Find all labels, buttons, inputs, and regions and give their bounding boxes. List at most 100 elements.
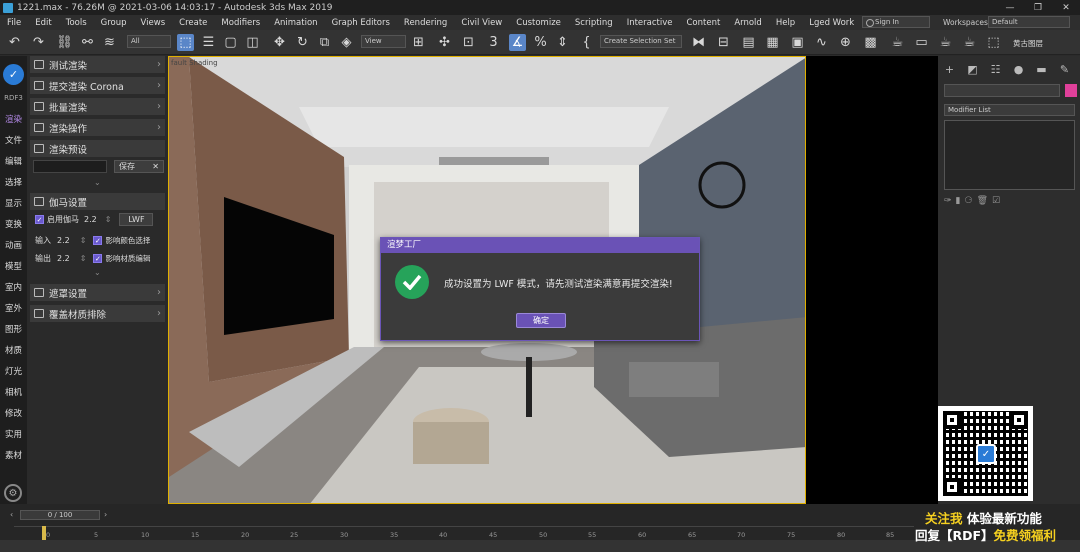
select-object-icon[interactable]: ⬚ [177, 34, 194, 51]
sidebar-item-camera[interactable]: 相机 [0, 386, 27, 398]
sidebar-item-exterior[interactable]: 室外 [0, 302, 27, 314]
workspaces-select[interactable]: Default [988, 16, 1070, 28]
rendered-frame-icon[interactable]: ▭ [913, 34, 930, 51]
align-icon[interactable]: ⊟ [715, 34, 732, 51]
sidebar-item-interior[interactable]: 室内 [0, 281, 27, 293]
window-crossing-icon[interactable]: ◫ [244, 34, 261, 51]
preset-select[interactable] [33, 160, 107, 173]
snap-toggle-icon[interactable]: 3 [485, 34, 502, 51]
sidebar-item-file[interactable]: 文件 [0, 134, 27, 146]
viewport-label[interactable]: fault Shading [171, 59, 218, 67]
sidebar-item-material[interactable]: 材质 [0, 344, 27, 356]
menu-tools[interactable]: Tools [59, 18, 94, 28]
angle-snap-icon[interactable]: ∡ [509, 34, 526, 51]
scene-explorer-icon[interactable]: ▣ [789, 34, 806, 51]
remove-modifier-icon[interactable]: 🗑 [977, 196, 992, 206]
render-online-icon[interactable]: ⬚ [985, 34, 1002, 51]
object-color-swatch[interactable] [1065, 84, 1077, 97]
next-frame-icon[interactable]: › [104, 510, 107, 519]
spinner-icon[interactable]: ⇕ [80, 236, 87, 245]
sidebar-item-animation[interactable]: 动画 [0, 239, 27, 251]
output-gamma-value[interactable]: 2.2 [57, 254, 70, 263]
gamma-value[interactable]: 2.2 [84, 215, 97, 224]
input-gamma-value[interactable]: 2.2 [57, 236, 70, 245]
sidebar-item-shape[interactable]: 图形 [0, 323, 27, 335]
spinner-snap-icon[interactable]: ⇕ [554, 34, 571, 51]
affect-color-checkbox[interactable]: ✓ [93, 236, 103, 245]
schematic-view-icon[interactable]: ⊕ [837, 34, 854, 51]
pivot-center-icon[interactable]: ⊞ [410, 34, 427, 51]
sidebar-item-select[interactable]: 选择 [0, 176, 27, 188]
menu-scripting[interactable]: Scripting [568, 18, 620, 28]
material-editor-icon[interactable]: ▩ [862, 34, 879, 51]
move-icon[interactable]: ✥ [271, 34, 288, 51]
maximize-button[interactable]: ❐ [1024, 3, 1052, 13]
link-icon[interactable]: ⛓ [56, 34, 73, 51]
close-button[interactable]: ✕ [1052, 3, 1080, 13]
pin-stack-icon[interactable]: ✑ [944, 196, 956, 206]
minimize-button[interactable]: — [996, 3, 1024, 13]
sidebar-item-render[interactable]: 渲染 [0, 113, 27, 125]
sidebar-item-utility[interactable]: 实用 [0, 428, 27, 440]
menu-views[interactable]: Views [134, 18, 173, 28]
enable-gamma-checkbox[interactable]: ✓ [35, 215, 44, 224]
affect-material-checkbox[interactable]: ✓ [93, 254, 103, 263]
close-icon[interactable]: ✕ [152, 162, 159, 171]
menu-animation[interactable]: Animation [267, 18, 324, 28]
bind-spacewarp-icon[interactable]: ≋ [101, 34, 118, 51]
sidebar-item-display[interactable]: 显示 [0, 197, 27, 209]
modifier-list-dropdown[interactable]: Modifier List [944, 104, 1075, 116]
toggle-ribbon-icon[interactable]: ▦ [764, 34, 781, 51]
ok-button[interactable]: 确定 [516, 313, 566, 328]
motion-tab-icon[interactable]: ● [1007, 63, 1030, 76]
sidebar-item-edit[interactable]: 编辑 [0, 155, 27, 167]
section-batch-render[interactable]: 批量渲染 › [30, 98, 165, 115]
hierarchy-tab-icon[interactable]: ☷ [984, 63, 1007, 76]
named-selection-dropdown[interactable]: Create Selection Set [600, 35, 682, 48]
lwf-button[interactable]: LWF [119, 213, 154, 226]
section-override[interactable]: 覆盖材质排除 › [30, 305, 165, 322]
timeline-ruler[interactable]: 0 5 10 15 20 25 30 35 40 45 50 55 60 65 … [14, 526, 914, 540]
render-iterative-icon[interactable]: ☕ [961, 34, 978, 51]
menu-create[interactable]: Create [172, 18, 214, 28]
spinner-icon[interactable]: ⇕ [105, 215, 112, 224]
section-submit-corona[interactable]: 提交渲染 Corona › [30, 77, 165, 94]
menu-modifiers[interactable]: Modifiers [214, 18, 267, 28]
spinner-icon[interactable]: ⇕ [80, 254, 87, 263]
layer-explorer-icon[interactable]: ▤ [740, 34, 757, 51]
keyboard-shortcut-icon[interactable]: ⊡ [460, 34, 477, 51]
display-tab-icon[interactable]: ▬ [1030, 63, 1053, 76]
sidebar-item-light[interactable]: 灯光 [0, 365, 27, 377]
menu-rendering[interactable]: Rendering [397, 18, 454, 28]
chevron-down-icon[interactable]: ⌄ [94, 268, 101, 277]
time-slider[interactable]: 0 / 100 [20, 510, 100, 520]
rotate-icon[interactable]: ↻ [294, 34, 311, 51]
section-mask[interactable]: 遮罩设置 › [30, 284, 165, 301]
modifier-stack[interactable] [944, 120, 1075, 190]
section-test-render[interactable]: 测试渲染 › [30, 56, 165, 73]
sidebar-item-transform[interactable]: 变换 [0, 218, 27, 230]
render-setup-icon[interactable]: ☕ [889, 34, 906, 51]
menu-lged-work[interactable]: Lged Work [802, 18, 861, 28]
menu-file[interactable]: File [0, 18, 28, 28]
redo-icon[interactable]: ↷ [30, 34, 47, 51]
object-name-field[interactable] [944, 84, 1060, 97]
utilities-tab-icon[interactable]: ✎ [1053, 63, 1076, 76]
menu-customize[interactable]: Customize [509, 18, 568, 28]
percent-snap-icon[interactable]: % [532, 34, 549, 51]
sidebar-item-model[interactable]: 模型 [0, 260, 27, 272]
reference-coord-dropdown[interactable]: View [361, 35, 406, 48]
section-render-ops[interactable]: 渲染操作 › [30, 119, 165, 136]
signin-dropdown[interactable]: Sign In [862, 16, 930, 28]
prev-frame-icon[interactable]: ‹ [10, 510, 13, 519]
select-by-name-icon[interactable]: ☰ [200, 34, 217, 51]
configure-sets-icon[interactable]: ☑ [992, 196, 1004, 206]
section-render-presets[interactable]: 渲染预设 [30, 140, 165, 157]
edit-named-selection-icon[interactable]: { [578, 34, 595, 51]
layer-toggle-label[interactable]: 黄古图层 [1013, 38, 1043, 49]
rdf-logo-icon[interactable]: ✓ [3, 64, 24, 85]
save-preset-button[interactable]: 保存 ✕ [114, 160, 164, 173]
undo-icon[interactable]: ↶ [6, 34, 23, 51]
rect-selection-icon[interactable]: ▢ [222, 34, 239, 51]
menu-arnold[interactable]: Arnold [727, 18, 769, 28]
